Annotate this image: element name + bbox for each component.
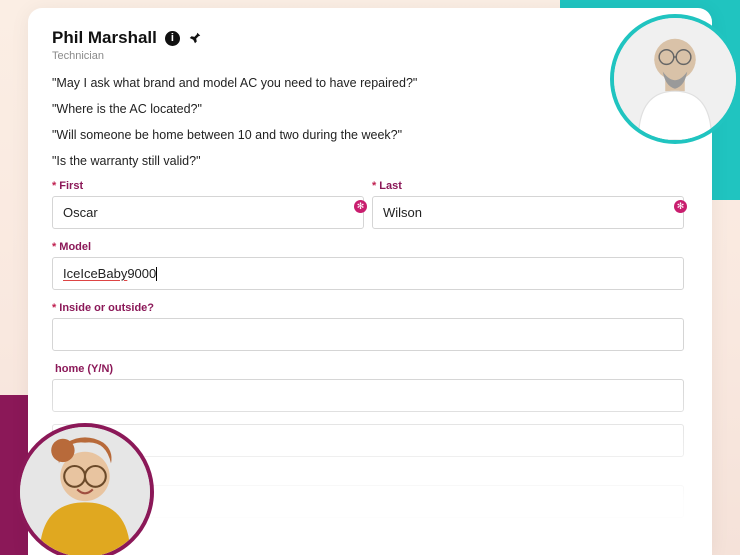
avatar-technician <box>610 14 740 144</box>
field-home: home (Y/N) <box>52 363 684 412</box>
pin-icon[interactable] <box>188 31 202 45</box>
last-input[interactable] <box>372 196 684 229</box>
quote-line: "May I ask what brand and model AC you n… <box>52 76 684 90</box>
home-input[interactable] <box>52 379 684 412</box>
text-caret <box>156 267 157 281</box>
role-subtitle: Technician <box>52 50 684 62</box>
asterisk-badge: ✻ <box>354 200 367 213</box>
label-last: *Last <box>372 180 684 192</box>
model-input[interactable]: IceIceBaby 9000 <box>52 257 684 290</box>
first-input[interactable] <box>52 196 364 229</box>
field-last: *Last ✻ <box>372 180 684 229</box>
quote-line: "Is the warranty still valid?" <box>52 154 684 168</box>
asterisk-badge: ✻ <box>674 200 687 213</box>
field-first: *First ✻ <box>52 180 364 229</box>
label-first: *First <box>52 180 364 192</box>
label-location: *Inside or outside? <box>52 302 684 314</box>
dialog-header: Phil Marshall i <box>52 28 684 48</box>
label-model: *Model <box>52 241 684 253</box>
quote-line: "Will someone be home between 10 and two… <box>52 128 684 142</box>
location-input[interactable] <box>52 318 684 351</box>
field-model: *Model IceIceBaby 9000 <box>52 241 684 290</box>
page-title: Phil Marshall <box>52 28 157 48</box>
field-hidden <box>52 424 684 457</box>
label-home: home (Y/N) <box>52 363 684 375</box>
hidden-input[interactable] <box>52 424 684 457</box>
info-icon[interactable]: i <box>165 31 180 46</box>
script-quotes: "May I ask what brand and model AC you n… <box>52 76 684 168</box>
field-location: *Inside or outside? <box>52 302 684 351</box>
quote-line: "Where is the AC located?" <box>52 102 684 116</box>
avatar-customer <box>16 423 154 555</box>
